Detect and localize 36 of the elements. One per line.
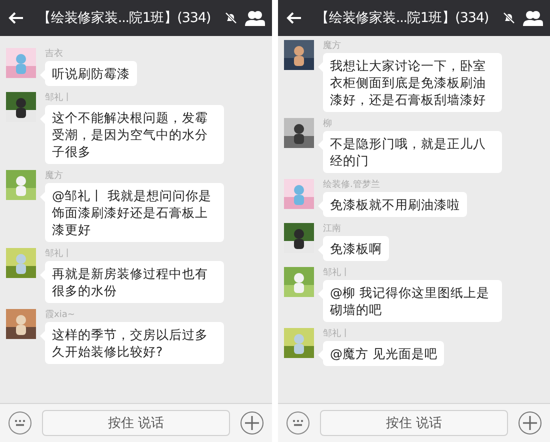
hold-to-talk-button[interactable]: 按住 说话 [42,410,230,436]
message-bubble: @柳 我记得你这里图纸上是砌墙的吧 [323,280,502,322]
message-bubble: 这样的季节，交房以后过多久开始装修比较好? [45,322,224,364]
sender-name: 霞xia~ [45,309,75,321]
message-bubble: 免漆板啊 [323,236,389,261]
sender-name: 江南 [323,223,341,235]
message-bubble: @魔方 见光面是吧 [323,341,444,366]
back-arrow-icon[interactable] [8,11,24,25]
sender-name: 邹礼丨 [45,92,72,104]
message-bubble: 听说刷防霉漆 [45,61,137,86]
message-bubble: 再就是新房装修过程中也有很多的水份 [45,261,224,303]
sender-name: 柳 [323,118,332,130]
sender-name: 绘装修.管梦兰 [323,179,380,191]
message-bubble: @邹礼丨 我就是想问问你是饰面漆刷漆好还是石膏板上漆更好 [45,183,224,242]
sender-name: 魔方 [323,40,341,52]
keyboard-icon[interactable] [286,411,310,435]
group-members-icon[interactable] [244,10,266,26]
message-bubble: 免漆板就不用刷油漆啦 [323,192,467,217]
back-arrow-icon[interactable] [286,11,302,25]
group-members-icon[interactable] [522,10,544,26]
sender-name: 吉衣 [45,48,63,60]
message-bubble: 这个不能解决根问题，发霉受潮，是因为空气中的水分子很多 [45,105,224,164]
window-title: 【绘装修家装...院1班】(334) [36,9,212,27]
plus-icon[interactable] [240,411,264,435]
sender-name: 邹礼丨 [45,248,72,260]
plus-icon[interactable] [518,411,542,435]
sender-name: 魔方 [45,170,63,182]
keyboard-icon[interactable] [8,411,32,435]
window-title: 【绘装修家装...院1班】(334) [314,9,490,27]
message-bubble: 我想让大家讨论一下，卧室衣柜侧面到底是免漆板刷油漆好，还是石膏板刮墙漆好 [323,53,502,112]
muted-bell-icon [224,11,238,25]
message-bubble: 不是隐形门哦，就是正儿八经的门 [323,131,502,173]
sender-name: 邹礼丨 [323,328,350,340]
muted-bell-icon [502,11,516,25]
hold-to-talk-button[interactable]: 按住 说话 [320,410,508,436]
sender-name: 邹礼丨 [323,267,350,279]
